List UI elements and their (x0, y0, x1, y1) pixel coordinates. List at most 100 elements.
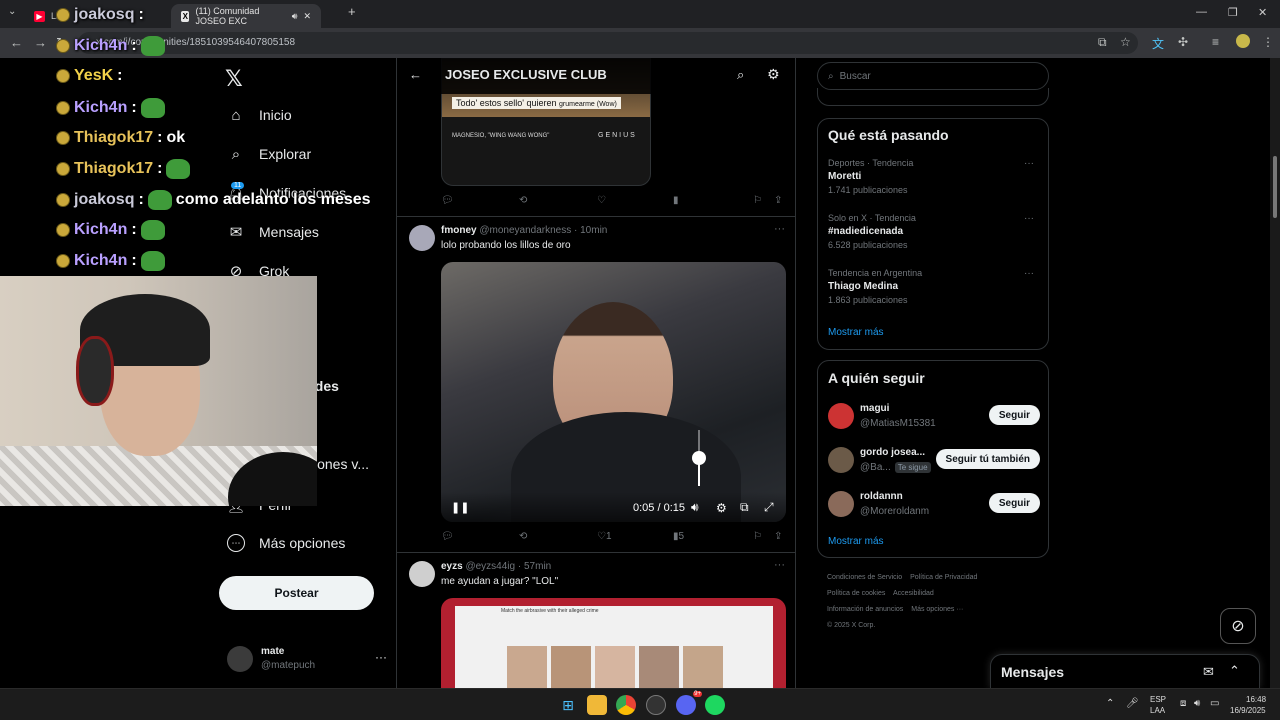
video-player[interactable]: ❚❚ 0:05 / 0:15 🔊︎ ⚙ ⧉ ⤢ (441, 262, 786, 522)
views-button[interactable]: ▮ 5 (673, 531, 684, 542)
trend-item[interactable]: Tendencia en Argentina Thiago Medina 1.8… (828, 268, 1040, 312)
share-icon[interactable]: ⇪ (774, 195, 782, 206)
footer-link[interactable]: Política de cookies (827, 590, 885, 597)
search-input[interactable]: ⌕ Buscar (817, 62, 1049, 90)
obs-icon[interactable] (646, 695, 666, 715)
post-author[interactable]: fmoney (441, 225, 477, 236)
chat-username[interactable]: Kich4n (74, 252, 127, 270)
chat-username[interactable]: joakosq (74, 6, 134, 24)
footer-link[interactable]: Más opciones ··· (911, 606, 963, 613)
chat-username[interactable]: Thiagok17 (74, 160, 153, 178)
reply-icon[interactable]: 💬︎ (441, 531, 454, 542)
translate-icon[interactable]: 文 (1152, 35, 1164, 52)
trend-item[interactable]: Deportes · Tendencia Moretti 1.741 publi… (828, 158, 1040, 202)
chat-username[interactable]: YesK (74, 67, 113, 85)
volume-icon[interactable]: 🔊︎ (691, 500, 699, 515)
volume-slider[interactable] (692, 430, 706, 486)
grok-button[interactable]: ⊘ (1220, 608, 1256, 644)
more-icon[interactable]: ··· (1024, 268, 1034, 279)
chat-username[interactable]: Kich4n (74, 37, 127, 55)
more-icon[interactable]: ··· (774, 559, 785, 571)
reply-icon[interactable]: 💬︎ (441, 195, 454, 206)
follow-name: roldannn (860, 491, 903, 502)
settings-icon[interactable]: ⚙ (716, 501, 727, 515)
chat-username[interactable]: joakosq (74, 191, 134, 209)
footer-link[interactable]: Información de anuncios (827, 606, 903, 613)
more-icon[interactable]: ··· (1024, 213, 1034, 224)
lyric-note: grumearme (Wow) (559, 101, 617, 108)
post-eyzs[interactable]: eyzs @eyzs44ig · 57min ··· me ayudan a j… (397, 552, 795, 688)
extensions-icon[interactable]: ✣ (1178, 35, 1188, 49)
language-indicator[interactable]: ESP (1150, 695, 1166, 704)
chat-username[interactable]: Kich4n (74, 221, 127, 239)
more-icon[interactable]: ··· (774, 223, 785, 235)
follow-back-button[interactable]: Seguir tú también (935, 449, 1040, 469)
post-button[interactable]: Postear (219, 576, 374, 610)
views-icon[interactable]: ▮ (673, 195, 679, 206)
restore-button[interactable]: ❐ (1228, 6, 1238, 19)
messages-drawer[interactable]: Mensajes ✉ ⌃ (990, 654, 1260, 688)
bookmark-icon[interactable]: ⚐ (753, 531, 762, 542)
footer-link[interactable]: Condiciones de Servicio (827, 574, 902, 581)
expand-icon[interactable]: ⌃ (1229, 663, 1240, 679)
like-icon[interactable]: ♡ (597, 195, 606, 206)
minimize-button[interactable]: — (1196, 6, 1207, 18)
follow-button[interactable]: Seguir (988, 493, 1040, 513)
file-explorer-icon[interactable] (587, 695, 607, 715)
install-icon[interactable]: ⧉ (1098, 35, 1107, 50)
volume-icon[interactable]: 🔊︎ (1194, 698, 1200, 709)
tab-search-icon[interactable]: ⌄ (8, 6, 16, 17)
footer-link[interactable]: Política de Privacidad (910, 574, 977, 581)
forward-icon[interactable]: → (34, 35, 47, 50)
search-icon[interactable]: ⌕ (737, 67, 744, 83)
pause-icon[interactable]: ❚❚ (451, 501, 469, 514)
nav-more[interactable]: ⋯ Más opciones (227, 534, 345, 552)
follow-suggestion[interactable]: magui @MatiasM15381 Seguir (828, 401, 1040, 435)
tray-chevron-icon[interactable]: ⌃ (1106, 698, 1114, 709)
share-icon[interactable]: ⇪ (774, 531, 782, 542)
more-icon[interactable]: ··· (1024, 158, 1034, 169)
more-icon[interactable]: ··· (375, 650, 387, 664)
battery-icon[interactable]: ▭ (1210, 698, 1219, 709)
media-control-icon[interactable]: ≡ (1212, 35, 1219, 49)
windows-start-icon[interactable]: ⊞ (558, 695, 578, 715)
follow-suggestion[interactable]: gordo josea... @Ba... Te sigue Seguir tú … (828, 445, 1040, 479)
clock-time[interactable]: 16:48 (1246, 695, 1266, 704)
follow-suggestion[interactable]: roldannn @Moreroldanm Seguir (828, 489, 1040, 523)
footer-link[interactable]: Accesibilidad (893, 590, 934, 597)
close-button[interactable]: ✕ (1258, 6, 1267, 19)
spotify-icon[interactable] (705, 695, 725, 715)
post-author[interactable]: eyzs (441, 561, 463, 572)
chat-username[interactable]: Kich4n (74, 99, 127, 117)
scrollbar[interactable] (1270, 58, 1280, 688)
pip-icon[interactable]: ⧉ (740, 500, 749, 515)
show-more-link[interactable]: Mostrar más (828, 536, 884, 547)
bookmark-star-icon[interactable]: ☆ (1120, 35, 1131, 49)
microphone-icon[interactable]: 🎤︎ (1126, 698, 1139, 709)
chrome-icon[interactable] (616, 695, 636, 715)
trend-item[interactable]: Solo en X · Tendencia #nadiedicenada 6.5… (828, 213, 1040, 257)
gear-icon[interactable]: ⚙ (767, 66, 780, 83)
follow-button[interactable]: Seguir (988, 405, 1040, 425)
fullscreen-icon[interactable]: ⤢ (764, 500, 774, 515)
repost-icon[interactable]: ⟲ (519, 531, 527, 542)
network-icon[interactable]: ⧈ (1180, 698, 1186, 709)
show-more-link[interactable]: Mostrar más (828, 327, 884, 338)
like-button[interactable]: ♡ 1 (597, 531, 612, 542)
embed-caption: MAGNESIO, "WING WANG WONG" (452, 133, 550, 139)
back-icon[interactable]: ← (10, 35, 23, 50)
scroll-thumb[interactable] (1273, 156, 1277, 218)
bookmark-icon[interactable]: ⚐ (753, 195, 762, 206)
chat-username[interactable]: Thiagok17 (74, 129, 153, 147)
discord-icon[interactable]: 9+ (676, 691, 702, 715)
new-message-icon[interactable]: ✉ (1203, 664, 1214, 680)
post-fmoney[interactable]: fmoney @moneyandarkness · 10min ··· lolo… (397, 216, 795, 552)
repost-icon[interactable]: ⟲ (519, 195, 527, 206)
post-image[interactable]: Match the airbrasive with their alleged … (441, 598, 786, 688)
volume-knob[interactable] (692, 451, 706, 465)
back-arrow-icon[interactable]: ← (409, 67, 422, 82)
video-time: 0:05 / 0:15 (633, 502, 685, 514)
menu-icon[interactable]: ⋮ (1262, 35, 1274, 49)
account-switcher[interactable]: mate @matepuch ··· (227, 644, 387, 678)
profile-avatar-icon[interactable] (1236, 34, 1250, 48)
